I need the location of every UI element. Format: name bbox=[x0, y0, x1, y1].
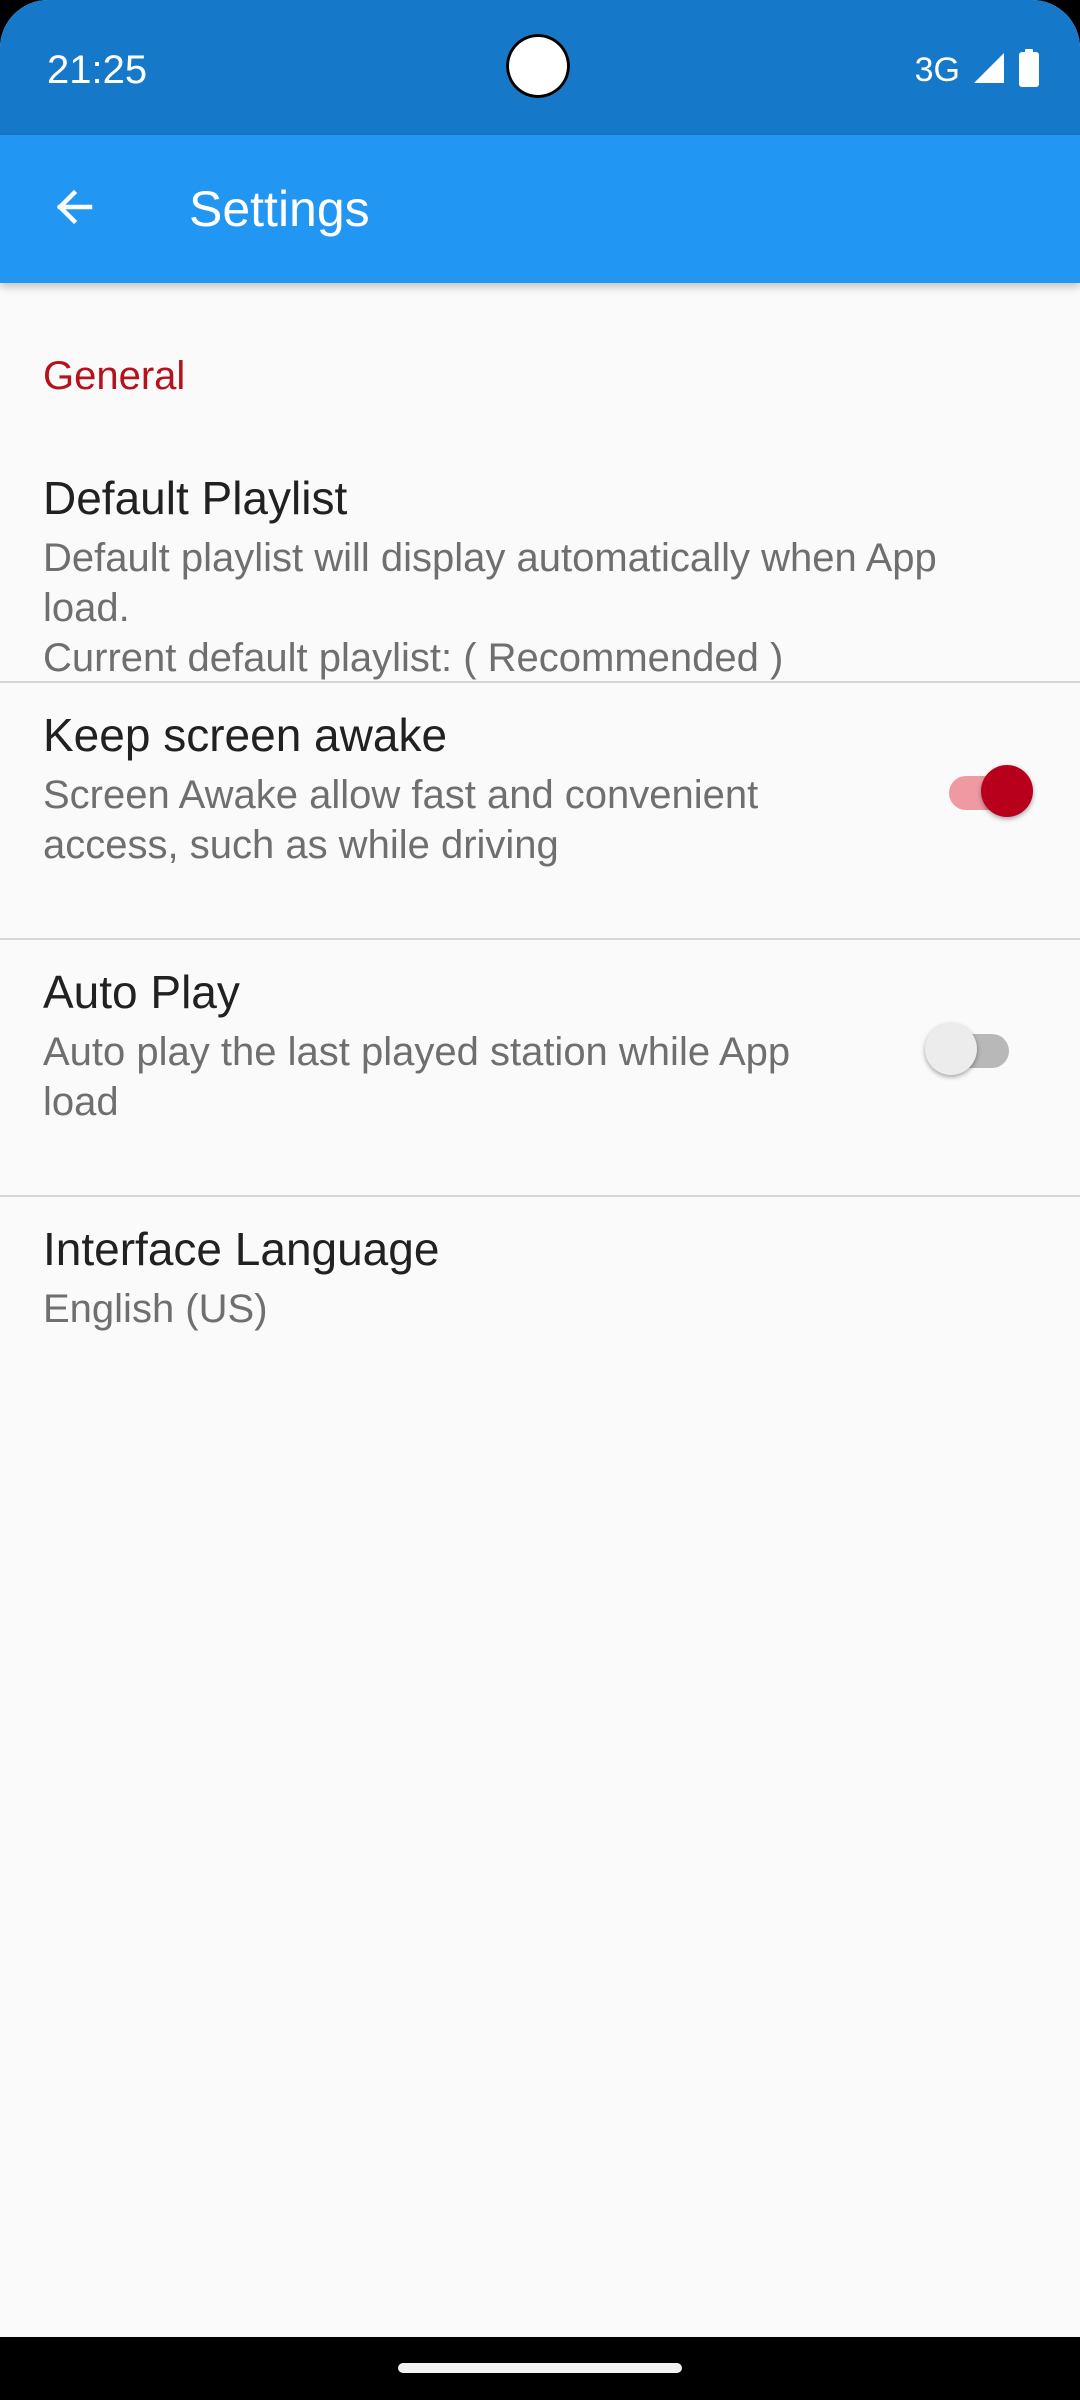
pref-title: Interface Language bbox=[43, 1223, 440, 1275]
network-type-label: 3G bbox=[914, 51, 960, 89]
home-gesture-handle[interactable] bbox=[398, 2363, 682, 2373]
arrow-back-icon bbox=[50, 183, 98, 236]
status-time: 21:25 bbox=[47, 48, 148, 92]
switch-thumb bbox=[925, 1023, 977, 1075]
summary-line: English (US) bbox=[43, 1287, 268, 1331]
section-header-general: General bbox=[43, 354, 186, 398]
pref-title: Keep screen awake bbox=[43, 709, 448, 761]
auto-play-switch[interactable] bbox=[925, 1019, 1015, 1075]
pref-default-playlist[interactable]: Default Playlist Default playlist will d… bbox=[0, 433, 1080, 683]
keep-screen-awake-switch[interactable] bbox=[943, 761, 1033, 817]
status-bar: 21:25 3G bbox=[0, 0, 1080, 135]
pref-interface-language[interactable]: Interface Language English (US) bbox=[0, 1197, 1080, 1397]
summary-line: Current default playlist: ( Recommended … bbox=[43, 636, 784, 680]
pref-title: Auto Play bbox=[43, 966, 240, 1018]
status-icons: 3G bbox=[915, 42, 1040, 98]
front-camera-cutout bbox=[506, 34, 570, 98]
summary-line: load bbox=[43, 1080, 119, 1124]
back-button[interactable] bbox=[38, 173, 110, 245]
summary-line: access, such as while driving bbox=[43, 823, 559, 867]
summary-line: Default playlist will display automatica… bbox=[43, 536, 937, 580]
pref-summary: English (US) bbox=[43, 1284, 268, 1334]
switch-thumb bbox=[981, 765, 1033, 817]
pref-title: Default Playlist bbox=[43, 472, 348, 524]
pref-keep-screen-awake[interactable]: Keep screen awake Screen Awake allow fas… bbox=[0, 683, 1080, 940]
pref-auto-play[interactable]: Auto Play Auto play the last played stat… bbox=[0, 940, 1080, 1197]
pref-summary: Auto play the last played station while … bbox=[43, 1027, 790, 1127]
app-bar: Settings bbox=[0, 135, 1080, 283]
summary-line: Screen Awake allow fast and convenient bbox=[43, 773, 759, 817]
battery-icon bbox=[1018, 48, 1040, 92]
pref-summary: Default playlist will display automatica… bbox=[43, 533, 937, 683]
page-title: Settings bbox=[189, 181, 370, 237]
summary-line: Auto play the last played station while … bbox=[43, 1030, 791, 1074]
pref-summary: Screen Awake allow fast and convenient a… bbox=[43, 770, 758, 870]
cellular-signal-icon bbox=[972, 51, 1006, 90]
summary-line: load. bbox=[43, 586, 130, 630]
navigation-bar bbox=[0, 2337, 1080, 2400]
settings-screen: 21:25 3G Settings General Default Playli… bbox=[0, 0, 1080, 2400]
